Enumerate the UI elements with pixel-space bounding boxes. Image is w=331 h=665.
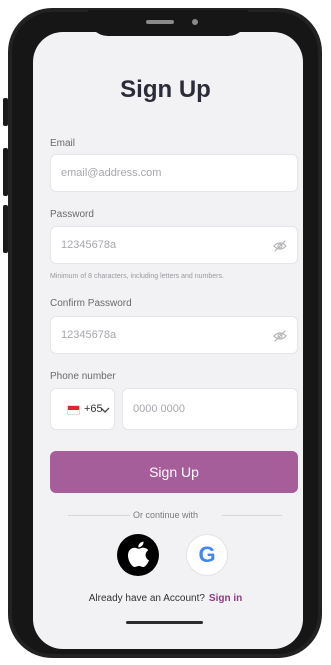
phone-number-input[interactable]: 0000 0000 xyxy=(122,388,298,430)
chevron-down-icon xyxy=(100,407,110,413)
country-code-select[interactable]: +65 xyxy=(50,388,115,430)
sign-up-button[interactable]: Sign Up xyxy=(50,451,298,493)
phone-side-button xyxy=(3,148,8,196)
singapore-flag-icon xyxy=(67,405,80,415)
phone-placeholder: 0000 0000 xyxy=(133,403,185,415)
phone-label: Phone number xyxy=(50,371,116,382)
email-placeholder: email@address.com xyxy=(61,167,162,179)
email-field[interactable]: email@address.com xyxy=(50,154,298,192)
confirm-password-label: Confirm Password xyxy=(50,298,132,309)
account-prompt-text: Already have an Account? xyxy=(88,593,205,604)
confirm-password-placeholder: 12345678a xyxy=(61,329,117,341)
page-title: Sign Up xyxy=(120,76,211,103)
password-field[interactable]: 12345678a xyxy=(50,226,298,264)
front-camera xyxy=(192,19,198,25)
sign-in-link[interactable]: Sign in xyxy=(209,593,242,604)
phone-side-button xyxy=(3,205,8,253)
hide-password-icon[interactable] xyxy=(273,329,287,343)
phone-notch xyxy=(88,10,248,36)
speaker-grill xyxy=(146,20,174,24)
home-indicator xyxy=(126,621,203,624)
divider-line-right xyxy=(222,515,282,516)
google-login-button[interactable]: G xyxy=(186,534,228,576)
password-hint: Minimum of 8 characters, including lette… xyxy=(50,273,224,280)
apple-icon xyxy=(128,541,149,568)
screen-content: Sign Up Email email@address.com Password… xyxy=(22,10,309,650)
email-label: Email xyxy=(50,138,76,149)
confirm-password-field[interactable]: 12345678a xyxy=(50,316,298,354)
google-icon: G xyxy=(198,542,216,567)
password-placeholder: 12345678a xyxy=(61,239,117,251)
hide-password-icon[interactable] xyxy=(273,239,287,253)
apple-login-button[interactable] xyxy=(117,534,159,576)
sign-in-prompt: Already have an Account? Sign in xyxy=(22,593,309,604)
password-label: Password xyxy=(50,209,94,220)
phone-side-button xyxy=(3,98,8,126)
